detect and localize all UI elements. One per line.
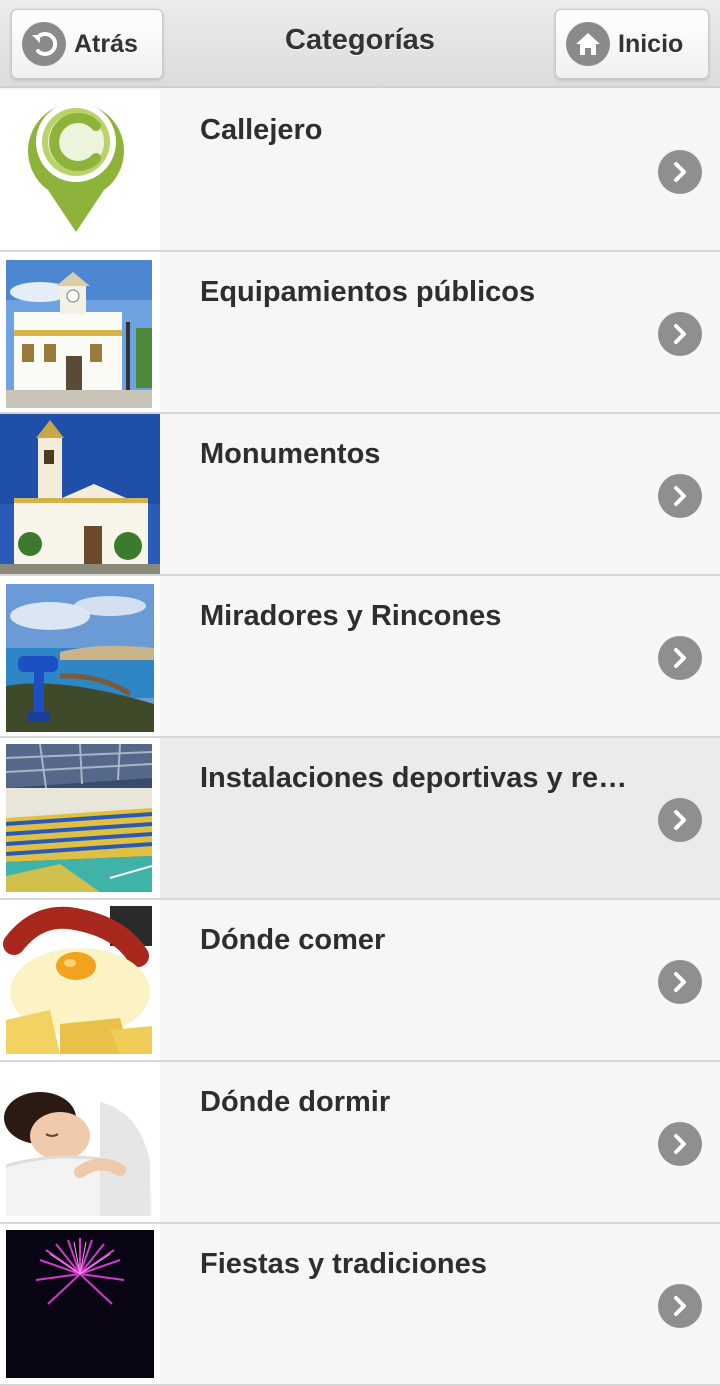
header-bar: Atrás Categorías Inicio — [0, 0, 720, 88]
chevron-right-icon — [658, 150, 702, 194]
list-item-label: Dónde dormir — [200, 1086, 391, 1118]
list-item-label: Dónde comer — [200, 924, 386, 956]
list-item-label: Miradores y Rincones — [200, 600, 502, 632]
sleeping-woman-photo — [0, 1062, 160, 1222]
back-button-label: Atrás — [74, 29, 138, 58]
chevron-right-icon — [658, 1122, 702, 1166]
fireworks-photo — [0, 1224, 160, 1384]
map-pin-c-logo — [0, 90, 160, 250]
list-item-label: Equipamientos públicos — [200, 276, 536, 308]
chevron-right-icon — [658, 312, 702, 356]
church-tower-photo — [0, 414, 160, 574]
home-button-label: Inicio — [618, 29, 684, 58]
home-icon — [566, 22, 610, 66]
list-item-label: Callejero — [200, 114, 323, 146]
chevron-right-icon — [658, 474, 702, 518]
list-item-fiestas[interactable]: Fiestas y tradiciones — [0, 1224, 720, 1386]
sports-hall-photo — [0, 738, 160, 898]
page-title: Categorías — [285, 24, 435, 56]
list-item-donde-comer[interactable]: Dónde comer — [0, 900, 720, 1062]
list-item-instalaciones-deportivas[interactable]: Instalaciones deportivas y re… — [0, 738, 720, 900]
back-arrow-icon — [22, 22, 66, 66]
list-item-equipamientos[interactable]: Equipamientos públicos — [0, 252, 720, 414]
list-item-miradores[interactable]: Miradores y Rincones — [0, 576, 720, 738]
viewpoint-telescope-photo — [0, 576, 160, 736]
list-item-label: Fiestas y tradiciones — [200, 1248, 487, 1280]
chevron-right-icon — [658, 960, 702, 1004]
list-item-donde-dormir[interactable]: Dónde dormir — [0, 1062, 720, 1224]
food-eggs-chorizo-photo — [0, 900, 160, 1060]
chevron-right-icon — [658, 636, 702, 680]
list-item-label: Monumentos — [200, 438, 381, 470]
home-button[interactable]: Inicio — [555, 9, 709, 79]
chevron-right-icon — [658, 1284, 702, 1328]
chevron-right-icon — [658, 798, 702, 842]
list-item-label: Instalaciones deportivas y re… — [200, 762, 628, 794]
list-item-callejero[interactable]: Callejero — [0, 90, 720, 252]
list-item-monumentos[interactable]: Monumentos — [0, 414, 720, 576]
category-list: Callejero Equipamientos públicos Monumen… — [0, 90, 720, 1386]
back-button[interactable]: Atrás — [11, 9, 163, 79]
town-hall-photo — [0, 252, 160, 412]
